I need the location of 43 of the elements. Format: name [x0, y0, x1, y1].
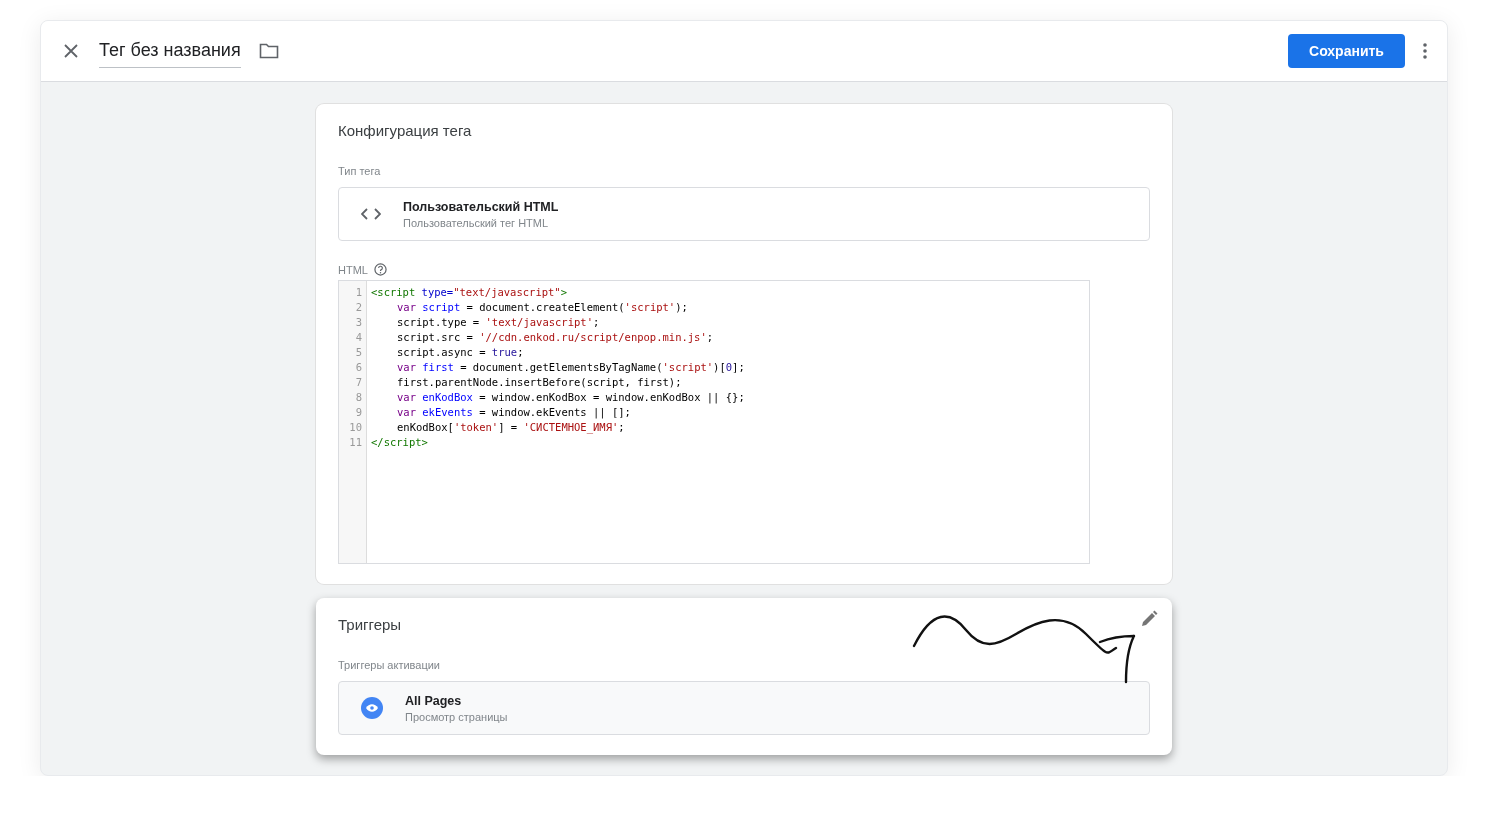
code-line: var enKodBox = window.enKodBox = window.enKodBox || {};: [396, 390, 746, 405]
field-label: HTML: [338, 263, 368, 276]
code-line: var first = document.getElementsByTagName('script')[0];: [396, 360, 746, 375]
line-number: 7: [354, 375, 363, 390]
code-line: </script>: [371, 435, 429, 450]
card-title: Конфигурация тега: [338, 122, 473, 139]
trigger-name: All Pages: [405, 693, 463, 708]
tag-type-description: Пользовательский тег HTML: [403, 216, 550, 229]
code-brackets-icon: [361, 208, 381, 220]
more-options-icon[interactable]: [1423, 43, 1427, 59]
code-line: script.type = 'text/javascript';: [396, 315, 601, 330]
code-line: <script type="text/javascript">: [371, 285, 568, 300]
code-line: first.parentNode.insertBefore(script, first);: [396, 375, 683, 390]
field-label: Триггеры активации: [338, 659, 440, 671]
line-number: 1: [354, 285, 363, 300]
tag-name-field[interactable]: Тег без названия: [99, 40, 241, 68]
code-line: script.async = true;: [396, 345, 525, 360]
field-label: Тип тега: [338, 165, 381, 177]
line-number: 2: [354, 300, 363, 315]
line-number: 4: [354, 330, 363, 345]
line-number: 8: [354, 390, 363, 405]
line-number: 3: [354, 315, 363, 330]
line-number: 5: [354, 345, 363, 360]
tag-type-selector[interactable]: Пользовательский HTML Пользовательский тег HTML: [338, 187, 1150, 241]
trigger-description: Просмотр страницы: [405, 710, 508, 723]
code-line: var script = document.createElement('script');: [396, 300, 689, 315]
eye-icon: [361, 697, 383, 719]
code-line: enKodBox['token'] = 'СИСТЕМНОЕ_ИМЯ';: [396, 420, 626, 435]
edit-icon[interactable]: [1140, 610, 1158, 628]
line-number: 9: [354, 405, 363, 420]
trigger-item[interactable]: All Pages Просмотр страницы: [338, 681, 1150, 735]
close-icon[interactable]: [63, 43, 79, 59]
card-title: Триггеры: [338, 616, 403, 633]
folder-icon[interactable]: [258, 43, 279, 59]
line-number: 6: [354, 360, 363, 375]
save-button[interactable]: Сохранить: [1288, 34, 1405, 68]
line-number: 11: [348, 435, 363, 450]
tag-type-name: Пользовательский HTML: [403, 199, 559, 214]
code-line: script.src = '//cdn.enkod.ru/script/enpop.min.js';: [396, 330, 715, 345]
line-number: 10: [348, 420, 363, 435]
code-editor[interactable]: [338, 280, 1090, 564]
code-line: var ekEvents = window.ekEvents || [];: [396, 405, 632, 420]
help-icon[interactable]: [373, 263, 387, 276]
